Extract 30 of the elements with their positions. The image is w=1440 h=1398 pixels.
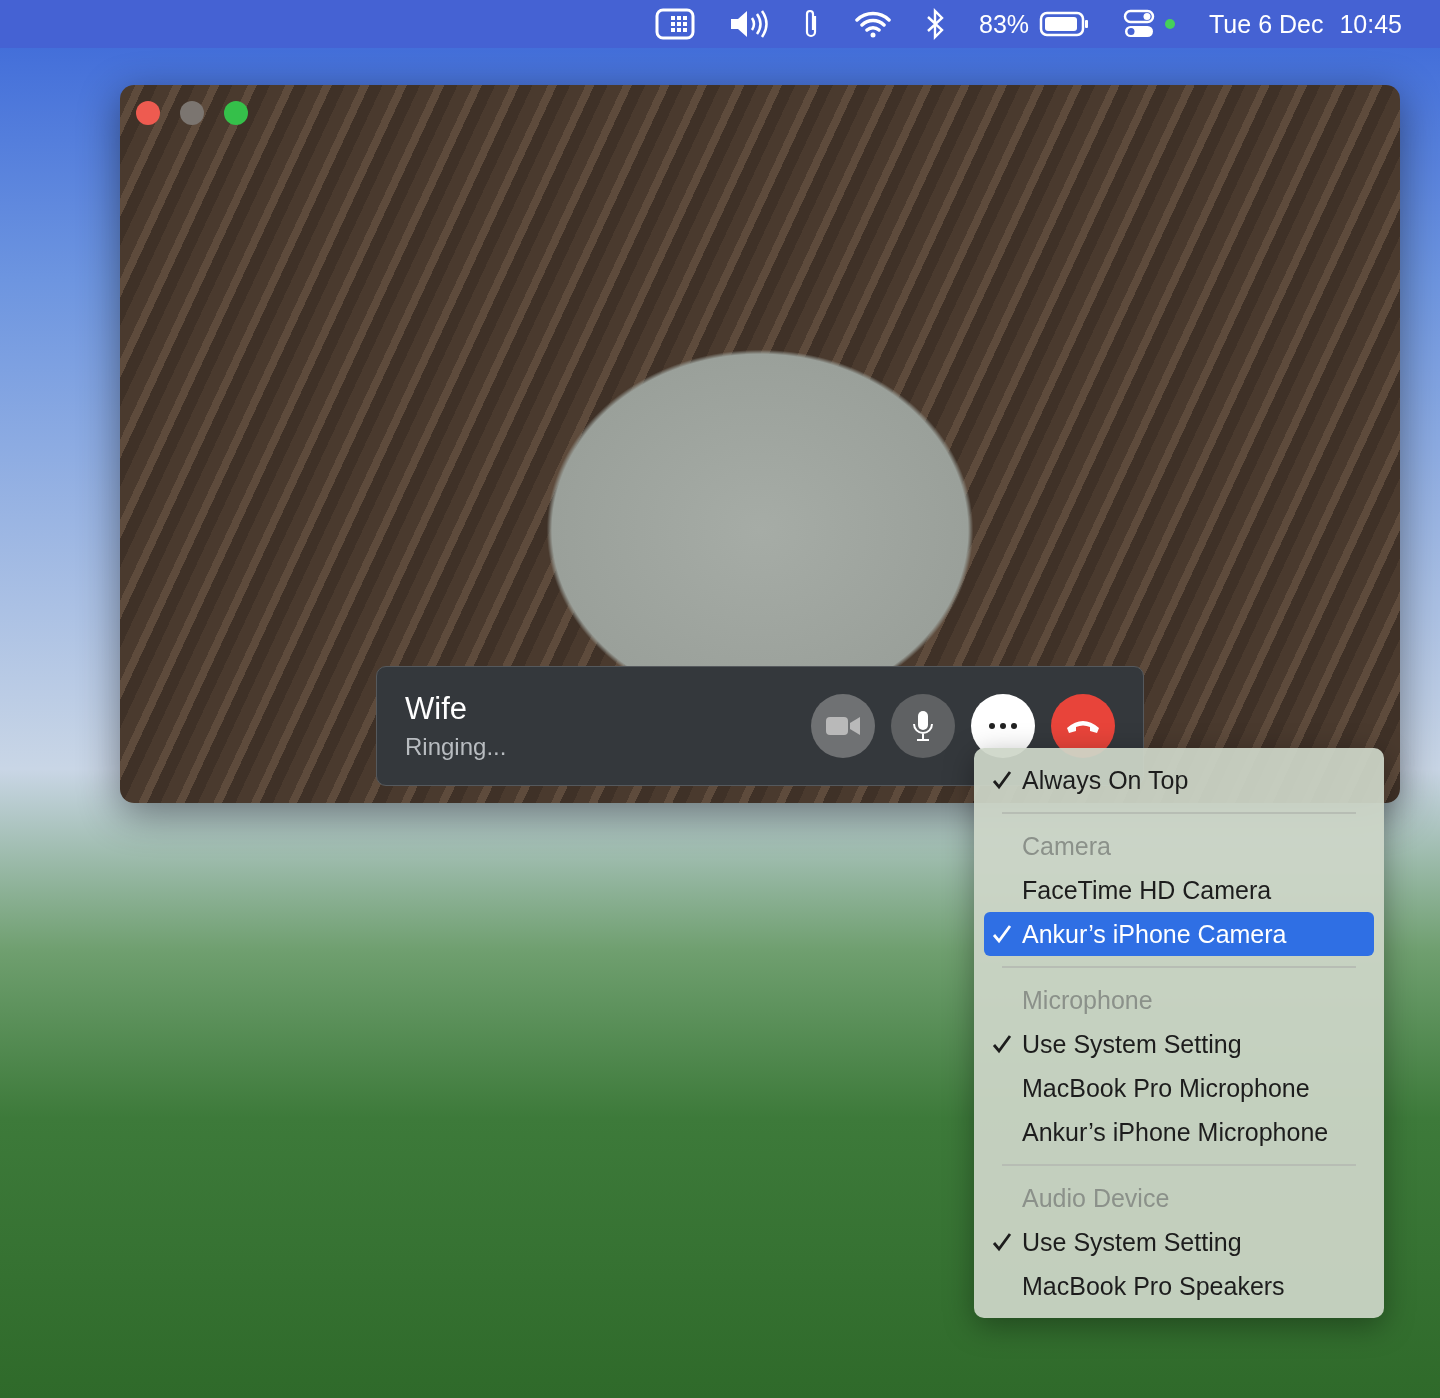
minimize-icon[interactable] bbox=[180, 101, 204, 125]
wifi-icon[interactable] bbox=[855, 10, 891, 38]
battery-icon[interactable] bbox=[1039, 11, 1090, 37]
end-call-icon bbox=[1065, 718, 1101, 734]
menu-item[interactable]: MacBook Pro Speakers bbox=[984, 1264, 1374, 1308]
battery-percentage: 83% bbox=[979, 9, 1030, 39]
menu-section-header: Audio Device bbox=[1021, 1182, 1171, 1214]
menu-section-header: Microphone bbox=[1021, 984, 1154, 1016]
menu-item[interactable]: Ankur’s iPhone Camera bbox=[984, 912, 1374, 956]
menu-item[interactable]: Use System Setting bbox=[984, 1220, 1374, 1264]
control-center-icon[interactable] bbox=[1123, 8, 1156, 40]
menu-bar-clock[interactable]: 10:45 bbox=[1339, 9, 1402, 39]
bluetooth-icon[interactable] bbox=[925, 8, 945, 40]
menu-item[interactable]: MacBook Pro Microphone bbox=[984, 1066, 1374, 1110]
menu-item[interactable]: Ankur’s iPhone Microphone bbox=[984, 1110, 1374, 1154]
menu-item[interactable]: Always On Top bbox=[984, 758, 1374, 802]
menu-section-header: Camera bbox=[1021, 830, 1112, 862]
more-icon bbox=[988, 723, 1018, 729]
volume-icon[interactable] bbox=[729, 9, 769, 39]
status-dot-icon bbox=[1165, 19, 1176, 29]
menu-bar-date[interactable]: Tue 6 Dec bbox=[1209, 9, 1324, 39]
zoom-icon[interactable] bbox=[224, 101, 248, 125]
grid-icon[interactable] bbox=[655, 8, 695, 40]
microphone-icon bbox=[912, 710, 934, 742]
video-camera-icon bbox=[826, 715, 860, 737]
close-icon[interactable] bbox=[136, 101, 160, 125]
caller-name: Wife bbox=[405, 691, 468, 727]
call-status: Ringing... bbox=[405, 733, 508, 761]
menu-item[interactable]: FaceTime HD Camera bbox=[984, 868, 1374, 912]
menu-item[interactable]: Use System Setting bbox=[984, 1022, 1374, 1066]
